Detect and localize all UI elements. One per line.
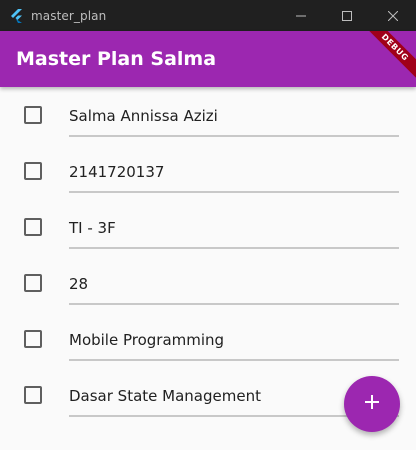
task-checkbox[interactable] (24, 386, 42, 404)
task-text: TI - 3F (69, 219, 116, 237)
debug-banner: DEBUG (359, 31, 416, 83)
task-text-field[interactable]: Mobile Programming (69, 319, 399, 361)
window-title: master_plan (31, 8, 107, 23)
close-icon (387, 6, 399, 25)
window-titlebar[interactable]: master_plan (0, 0, 416, 31)
minimize-button[interactable] (278, 0, 324, 31)
list-item: 28 (0, 255, 416, 311)
list-item: Mobile Programming (0, 311, 416, 367)
task-checkbox[interactable] (24, 330, 42, 348)
task-checkbox[interactable] (24, 274, 42, 292)
app-bar: Master Plan Salma DEBUG (0, 31, 416, 87)
app-window: master_plan Master Plan Salma DEBUG Salm… (0, 0, 416, 450)
task-checkbox[interactable] (24, 218, 42, 236)
add-icon (363, 393, 381, 415)
maximize-button[interactable] (324, 0, 370, 31)
minimize-icon (296, 6, 306, 25)
task-text: 28 (69, 275, 89, 293)
window-controls (278, 0, 416, 31)
task-checkbox[interactable] (24, 162, 42, 180)
task-text: 2141720137 (69, 163, 165, 181)
page-title: Master Plan Salma (16, 48, 217, 70)
task-list: Salma Annissa Azizi 2141720137 TI - 3F 2… (0, 87, 416, 423)
task-text: Dasar State Management (69, 387, 261, 405)
task-text-field[interactable]: 28 (69, 263, 399, 305)
task-text: Mobile Programming (69, 331, 225, 349)
maximize-icon (342, 6, 352, 25)
list-item: 2141720137 (0, 143, 416, 199)
task-text-field[interactable]: TI - 3F (69, 207, 399, 249)
task-text: Salma Annissa Azizi (69, 107, 218, 125)
task-checkbox[interactable] (24, 106, 42, 124)
add-task-button[interactable] (344, 376, 400, 432)
task-text-field[interactable]: Salma Annissa Azizi (69, 95, 399, 137)
list-item: Salma Annissa Azizi (0, 87, 416, 143)
flutter-icon (10, 8, 24, 23)
list-item: TI - 3F (0, 199, 416, 255)
task-text-field[interactable]: 2141720137 (69, 151, 399, 193)
close-button[interactable] (370, 0, 416, 31)
